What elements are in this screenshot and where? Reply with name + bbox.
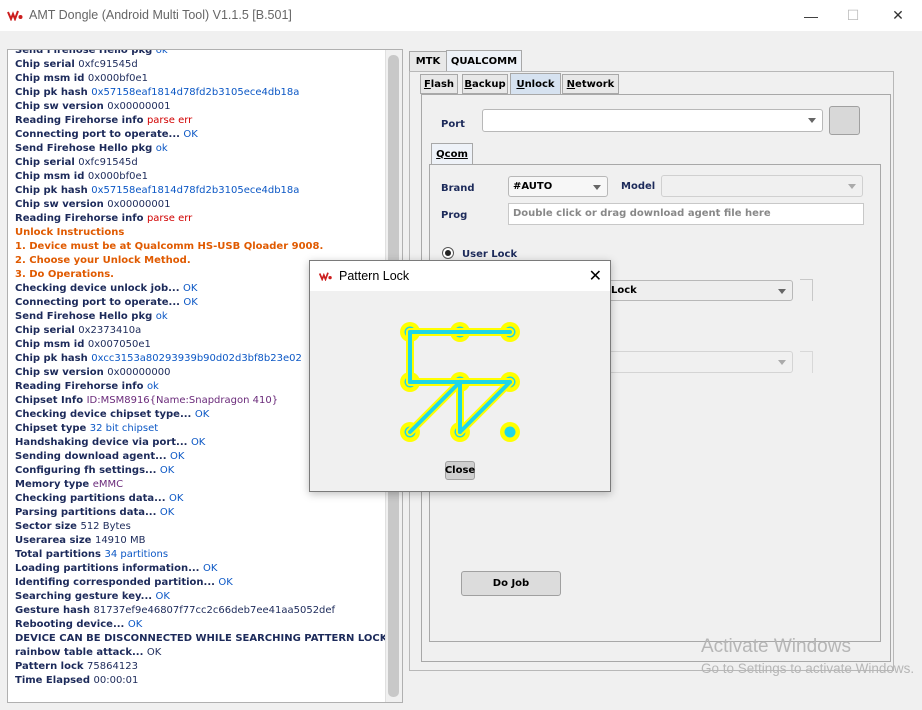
log-line: Reading Firehorse info parse err xyxy=(15,213,193,224)
chevron-down-icon xyxy=(848,184,856,189)
log-line: Chip sw version 0x00000001 xyxy=(15,199,171,210)
user-lock-label: User Lock xyxy=(462,249,518,260)
window-title: AMT Dongle (Android Multi Tool) V1.1.5 [… xyxy=(29,8,292,22)
tab-qcom[interactable]: Qcom xyxy=(431,143,473,165)
tab-network-label: etwork xyxy=(575,78,615,90)
secondary-combo[interactable] xyxy=(600,351,793,373)
tab-qualcomm-label: QUALCOMM xyxy=(450,55,518,67)
user-lock-radio[interactable] xyxy=(442,247,454,259)
log-line: Total partitions 34 partitions xyxy=(15,549,169,560)
log-line: Identifing corresponded partition... OK xyxy=(15,577,233,588)
brand-combo[interactable]: #AUTO xyxy=(508,176,608,197)
log-line: Chip msm id 0x000bf0e1 xyxy=(15,73,148,84)
dialog-close-button[interactable]: Close xyxy=(445,461,475,480)
log-line: Time Elapsed 00:00:01 xyxy=(15,675,139,686)
minimize-button[interactable]: — xyxy=(788,0,834,31)
pattern-segment xyxy=(458,380,512,434)
lock-method-combo[interactable]: Lock xyxy=(600,280,793,301)
brand-label: Brand xyxy=(441,183,475,194)
tab-backup-label: ackup xyxy=(472,78,506,90)
tab-unlock[interactable]: Unlock xyxy=(510,73,561,95)
tab-unlock-label: nlock xyxy=(524,78,555,90)
log-line: Unlock Instructions xyxy=(15,227,125,238)
activate-windows-title: Activate Windows xyxy=(701,636,851,657)
log-line: Chip pk hash 0x57158eaf1814d78fd2b3105ec… xyxy=(15,185,300,196)
pattern-segment xyxy=(408,380,462,434)
tab-backup[interactable]: Backup xyxy=(462,74,508,94)
tab-network[interactable]: Network xyxy=(562,74,619,94)
log-line: Chip sw version 0x00000001 xyxy=(15,101,171,112)
log-line: Chip pk hash 0x57158eaf1814d78fd2b3105ec… xyxy=(15,87,300,98)
model-label: Model xyxy=(621,181,656,192)
do-job-button[interactable]: Do Job xyxy=(461,571,561,596)
model-combo[interactable] xyxy=(661,175,863,197)
log-line: Send Firehose Hello pkg ok xyxy=(15,49,168,56)
dialog-close-icon[interactable]: ✕ xyxy=(589,266,602,286)
tab-flash[interactable]: Flash xyxy=(420,74,458,94)
log-line: rainbow table attack... OK xyxy=(15,647,162,658)
port-label: Port xyxy=(441,119,465,130)
log-line: Userarea size 14910 MB xyxy=(15,535,146,546)
log-line: Chip serial 0xfc91545d xyxy=(15,157,138,168)
maximize-icon: ☐ xyxy=(846,7,860,23)
chevron-down-icon xyxy=(778,289,786,294)
log-line: Rebooting device... OK xyxy=(15,619,143,630)
log-line: Send Firehose Hello pkg ok xyxy=(15,143,168,154)
log-line: 1. Device must be at Qualcomm HS-USB Qlo… xyxy=(15,241,324,252)
log-line: Reading Firehorse info parse err xyxy=(15,115,193,126)
pattern-lock-dialog: Pattern Lock ✕ Close xyxy=(309,260,611,492)
secondary-group-border xyxy=(800,351,813,373)
chevron-down-icon xyxy=(808,118,816,123)
log-line: Gesture hash 81737ef9e46807f77cc2c66deb7… xyxy=(15,605,336,616)
chevron-down-icon xyxy=(778,360,786,365)
prog-label: Prog xyxy=(441,210,468,221)
log-line: Sector size 512 Bytes xyxy=(15,521,131,532)
minimize-icon: — xyxy=(804,7,818,24)
lock-group-border xyxy=(800,279,813,301)
tab-mtk[interactable]: MTK xyxy=(409,51,447,72)
log-line: Checking partitions data... OK xyxy=(15,493,184,504)
close-button[interactable]: ✕ xyxy=(875,0,921,31)
log-line: Connecting port to operate... OK xyxy=(15,129,198,140)
tab-qualcomm[interactable]: QUALCOMM xyxy=(446,50,522,72)
pattern-grid xyxy=(400,322,520,442)
app-logo-icon xyxy=(318,272,332,281)
log-line: Chip msm id 0x000bf0e1 xyxy=(15,171,148,182)
log-line: Searching gesture key... OK xyxy=(15,591,170,602)
pattern-dot-center-9 xyxy=(504,426,516,438)
log-line: Parsing partitions data... OK xyxy=(15,507,175,518)
close-icon: ✕ xyxy=(892,7,904,23)
app-logo-icon xyxy=(7,10,23,21)
log-line: Loading partitions information... OK xyxy=(15,563,218,574)
chevron-down-icon xyxy=(593,185,601,190)
dialog-title: Pattern Lock xyxy=(339,269,410,283)
prog-input[interactable]: Double click or drag download agent file… xyxy=(508,203,864,225)
port-refresh-button[interactable] xyxy=(829,106,860,135)
port-combo[interactable] xyxy=(482,109,823,132)
log-line: Pattern lock 75864123 xyxy=(15,661,138,672)
dialog-title-bar: Pattern Lock ✕ xyxy=(310,261,610,291)
tab-mtk-label: MTK xyxy=(415,56,441,67)
activate-windows-subtitle: Go to Settings to activate Windows. xyxy=(701,661,915,676)
tab-flash-label: lash xyxy=(430,78,455,90)
tab-qcom-label: Qcom xyxy=(436,148,468,160)
maximize-button[interactable]: ☐ xyxy=(830,0,876,31)
title-bar: AMT Dongle (Android Multi Tool) V1.1.5 [… xyxy=(0,0,922,31)
log-line: DEVICE CAN BE DISCONNECTED WHILE SEARCHI… xyxy=(15,633,403,644)
log-line: Chip serial 0xfc91545d xyxy=(15,59,138,70)
